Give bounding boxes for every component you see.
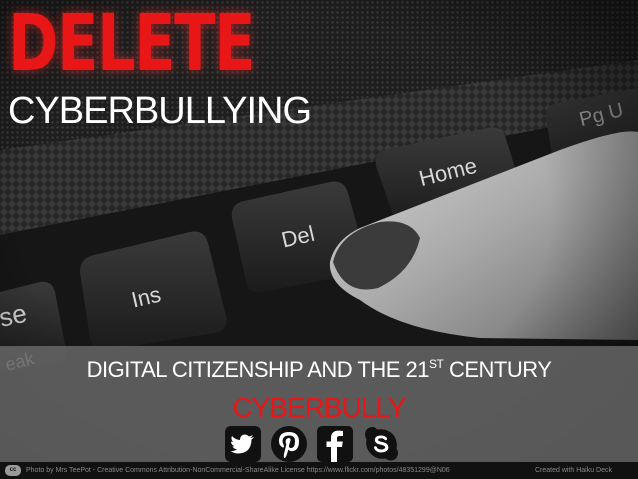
slide: se Ins Del Home Pg U eak DELETE CYBERBUL…: [0, 0, 638, 479]
photo-credit[interactable]: Photo by Mrs TeePot - Creative Commons A…: [26, 462, 450, 479]
subtitle-accent: CYBERBULLY: [232, 392, 406, 423]
social-icons: [224, 425, 404, 463]
twitter-icon[interactable]: [224, 425, 262, 463]
creative-commons-icon: cc: [5, 465, 21, 476]
pinterest-icon[interactable]: [270, 425, 308, 463]
title-delete: DELETE: [8, 0, 256, 89]
footer-bar: cc Photo by Mrs TeePot - Creative Common…: [0, 462, 638, 479]
title-cyberbullying: CYBERBULLYING: [8, 90, 312, 132]
facebook-icon[interactable]: [316, 425, 354, 463]
subtitle-main: DIGITAL CITIZENSHIP AND THE 21: [86, 357, 430, 382]
created-with-label[interactable]: Created with Haiku Deck: [535, 462, 612, 479]
subtitle-superscript: ST: [428, 357, 444, 371]
subtitle: DIGITAL CITIZENSHIP AND THE 21ST CENTURY: [0, 350, 638, 384]
skype-icon[interactable]: [362, 425, 400, 463]
subtitle-end: CENTURY: [443, 357, 552, 382]
